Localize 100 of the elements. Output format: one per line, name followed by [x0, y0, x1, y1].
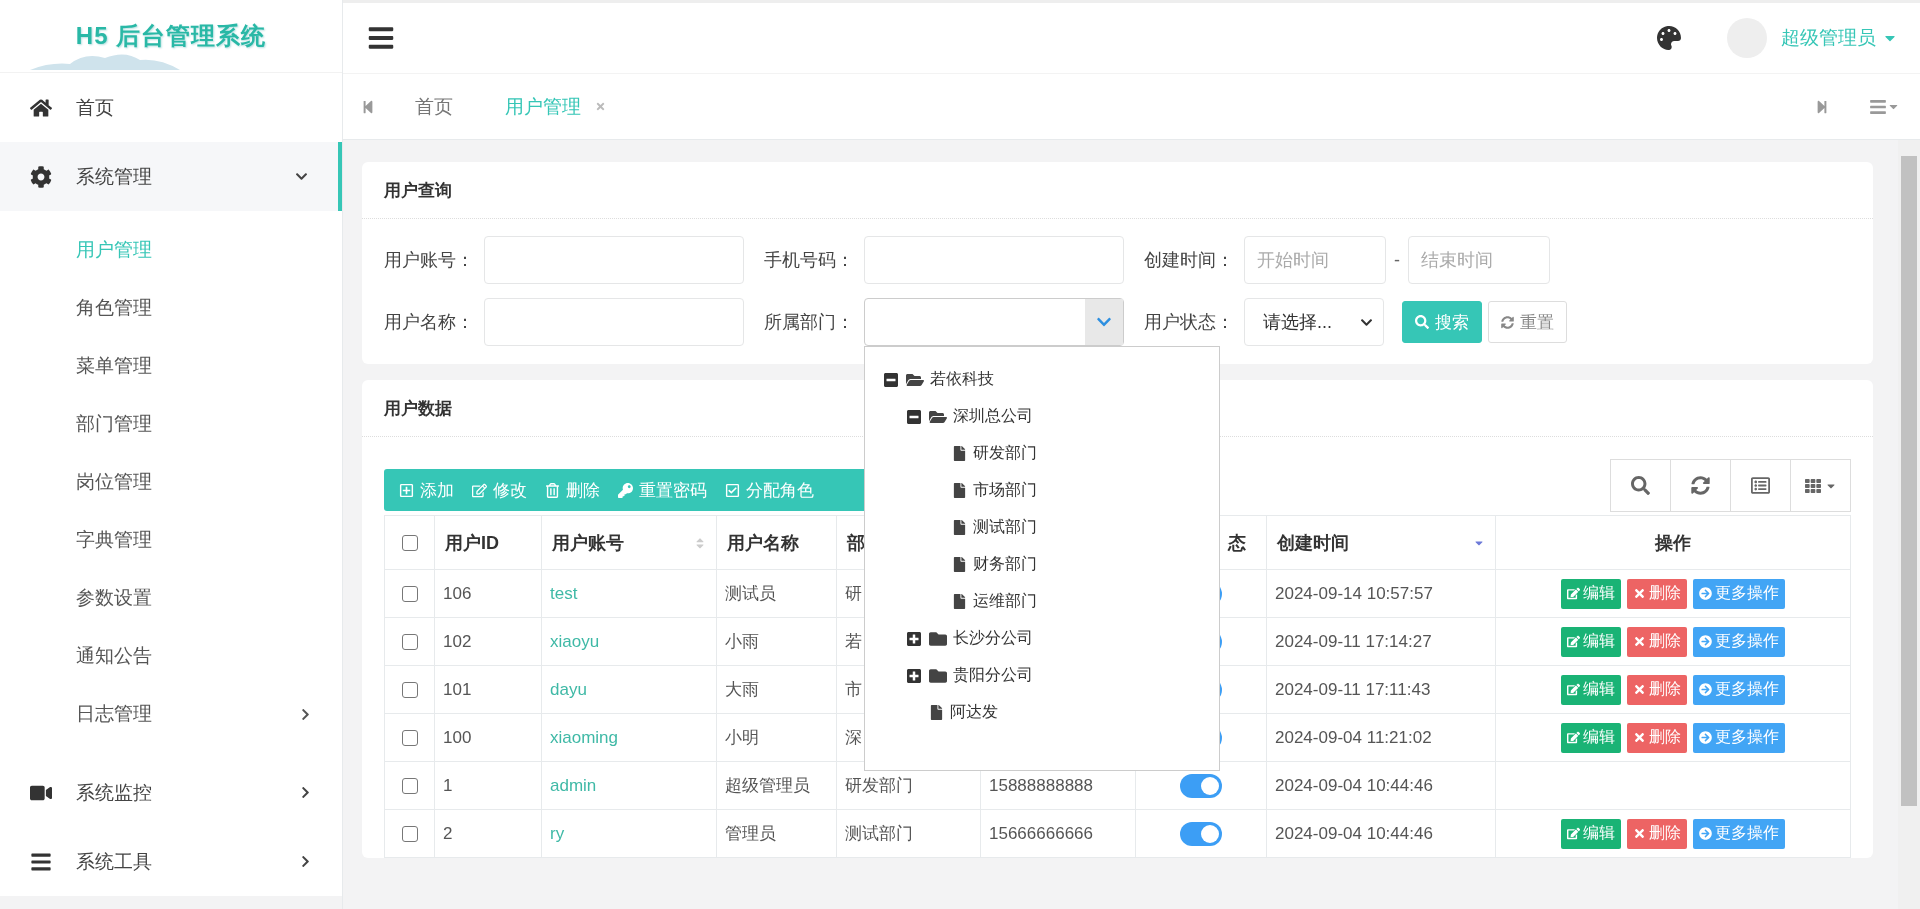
submenu-item[interactable]: 部门管理 — [0, 395, 342, 453]
submenu-item[interactable]: 岗位管理 — [0, 453, 342, 511]
toolbar-button[interactable]: 删除 — [536, 478, 609, 502]
tree-node[interactable]: 若依科技 — [930, 369, 994, 390]
page-tab[interactable]: 首页 — [389, 93, 479, 120]
checkbox[interactable] — [401, 586, 418, 602]
collapse-icon[interactable] — [906, 408, 923, 425]
refresh-button[interactable] — [1670, 459, 1731, 512]
file-icon — [952, 446, 967, 461]
submenu-item[interactable]: 日志管理 — [0, 685, 342, 743]
submenu-item[interactable]: 菜单管理 — [0, 337, 342, 395]
tree-node[interactable]: 运维部门 — [973, 591, 1037, 612]
edit-button[interactable]: 编辑 — [1561, 674, 1621, 705]
submenu-item[interactable]: 通知公告 — [0, 627, 342, 685]
account-link[interactable]: dayu — [550, 679, 587, 699]
submenu-item[interactable]: 字典管理 — [0, 511, 342, 569]
more-button[interactable]: 更多操作 — [1693, 578, 1785, 609]
toolbar-button[interactable]: 分配角色 — [716, 478, 823, 502]
account-link[interactable]: test — [550, 583, 578, 603]
sidebar-item[interactable]: 系统管理 — [0, 142, 342, 211]
scroll-left-icon[interactable] — [361, 99, 375, 114]
table-cell: 深 — [845, 728, 862, 747]
palette-icon[interactable] — [1657, 26, 1681, 50]
folder-icon — [929, 629, 947, 648]
columns-button[interactable] — [1790, 459, 1851, 512]
tree-node[interactable]: 市场部门 — [973, 480, 1037, 501]
more-button[interactable]: 更多操作 — [1693, 674, 1785, 705]
page-tab[interactable]: 用户管理 — [479, 93, 607, 120]
text-field[interactable] — [484, 236, 744, 284]
expand-icon[interactable] — [906, 667, 923, 684]
more-button[interactable]: 更多操作 — [1693, 626, 1785, 657]
edit-button[interactable]: 编辑 — [1561, 818, 1621, 849]
tree-node[interactable]: 阿达发 — [950, 702, 998, 723]
more-button[interactable]: 更多操作 — [1693, 722, 1785, 753]
delete-button[interactable]: 删除 — [1627, 722, 1687, 753]
account-link[interactable]: xiaoming — [550, 727, 619, 747]
checkbox[interactable] — [401, 826, 418, 842]
sidebar-item[interactable]: 首页 — [0, 73, 342, 142]
delete-button[interactable]: 删除 — [1627, 578, 1687, 609]
tree-node[interactable]: 研发部门 — [973, 443, 1037, 464]
delete-button[interactable]: 删除 — [1627, 674, 1687, 705]
sidebar-item[interactable]: 系统工具 — [0, 827, 342, 896]
end-date-field[interactable]: 结束时间 — [1408, 236, 1550, 284]
tree-node[interactable]: 测试部门 — [973, 517, 1037, 538]
tree-node[interactable]: 财务部门 — [973, 554, 1037, 575]
submenu-item[interactable]: 角色管理 — [0, 279, 342, 337]
refresh-icon — [1501, 315, 1514, 329]
status-toggle[interactable] — [1180, 773, 1222, 798]
scrollbar[interactable] — [1898, 140, 1920, 909]
tree-node[interactable]: 贵阳分公司 — [953, 665, 1033, 686]
delete-button[interactable]: 删除 — [1627, 626, 1687, 657]
text-field[interactable] — [484, 298, 744, 346]
chevron-right-icon — [299, 786, 312, 799]
tree-node[interactable]: 深圳总公司 — [953, 406, 1033, 427]
table-cell: 测试员 — [725, 584, 776, 603]
account-link[interactable]: xiaoyu — [550, 631, 600, 651]
toolbar-button[interactable]: 修改 — [463, 478, 536, 502]
account-link[interactable]: admin — [550, 775, 597, 795]
scroll-right-icon[interactable] — [1815, 99, 1829, 114]
field-label: 所属部门： — [764, 311, 855, 334]
search-button[interactable]: 搜索 — [1402, 301, 1482, 343]
checkbox[interactable] — [401, 634, 418, 650]
toolbar-button[interactable]: 添加 — [390, 478, 463, 502]
chevron-right-icon — [299, 707, 312, 721]
toolbar-button[interactable]: 重置密码 — [609, 478, 716, 502]
list-view-button[interactable] — [1730, 459, 1791, 512]
file-icon — [952, 594, 967, 609]
status-toggle[interactable] — [1180, 821, 1222, 846]
text-field[interactable] — [864, 236, 1124, 284]
chevron-down-icon — [295, 170, 308, 183]
close-icon — [1633, 587, 1646, 600]
file-icon — [952, 557, 967, 572]
status-select[interactable]: 请选择... — [1244, 298, 1384, 346]
tree-node[interactable]: 长沙分公司 — [953, 628, 1033, 649]
checkbox[interactable] — [401, 535, 418, 552]
checkbox[interactable] — [401, 778, 418, 794]
logo-title: H5 后台管理系统 — [75, 21, 267, 51]
search-icon — [1415, 315, 1429, 329]
edit-button[interactable]: 编辑 — [1561, 626, 1621, 657]
collapse-icon[interactable] — [883, 371, 900, 388]
edit-button[interactable]: 编辑 — [1561, 578, 1621, 609]
expand-icon[interactable] — [906, 630, 923, 647]
search-button[interactable] — [1610, 459, 1671, 512]
table-cell: 100 — [443, 727, 472, 747]
more-button[interactable]: 更多操作 — [1693, 818, 1785, 849]
start-date-field[interactable]: 开始时间 — [1244, 236, 1386, 284]
menu-icon[interactable] — [367, 24, 395, 52]
edit-button[interactable]: 编辑 — [1561, 722, 1621, 753]
account-link[interactable]: ry — [550, 823, 565, 843]
delete-button[interactable]: 删除 — [1627, 818, 1687, 849]
sidebar-item[interactable]: 系统监控 — [0, 758, 342, 827]
reset-button[interactable]: 重置 — [1488, 301, 1567, 343]
user-menu[interactable]: 超级管理员 — [1781, 25, 1898, 51]
table-cell: 2 — [443, 823, 453, 843]
submenu-item[interactable]: 参数设置 — [0, 569, 342, 627]
tab-menu-icon[interactable] — [1869, 97, 1900, 116]
checkbox[interactable] — [401, 730, 418, 746]
chevron-right-icon — [299, 855, 312, 868]
checkbox[interactable] — [401, 682, 418, 698]
submenu-item[interactable]: 用户管理 — [0, 221, 342, 279]
